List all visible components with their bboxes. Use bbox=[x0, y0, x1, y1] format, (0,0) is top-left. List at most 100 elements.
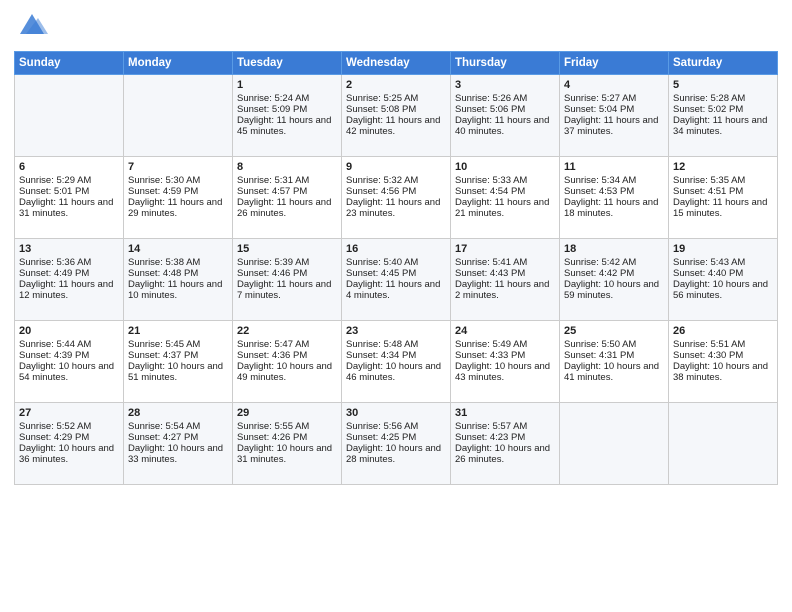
day-info: Sunrise: 5:33 AM bbox=[455, 175, 555, 186]
day-info: Sunrise: 5:27 AM bbox=[564, 93, 664, 104]
day-info: Sunset: 4:56 PM bbox=[346, 186, 446, 197]
day-info: Sunset: 4:25 PM bbox=[346, 432, 446, 443]
calendar-cell: 1Sunrise: 5:24 AMSunset: 5:09 PMDaylight… bbox=[233, 75, 342, 157]
day-info: Daylight: 10 hours and 51 minutes. bbox=[128, 361, 228, 383]
calendar-cell: 26Sunrise: 5:51 AMSunset: 4:30 PMDayligh… bbox=[669, 321, 778, 403]
day-info: Daylight: 10 hours and 38 minutes. bbox=[673, 361, 773, 383]
day-info: Sunset: 5:06 PM bbox=[455, 104, 555, 115]
day-info: Sunrise: 5:26 AM bbox=[455, 93, 555, 104]
day-info: Daylight: 10 hours and 54 minutes. bbox=[19, 361, 119, 383]
day-info: Daylight: 11 hours and 23 minutes. bbox=[346, 197, 446, 219]
day-info: Sunset: 4:26 PM bbox=[237, 432, 337, 443]
day-info: Sunset: 4:31 PM bbox=[564, 350, 664, 361]
day-info: Daylight: 11 hours and 10 minutes. bbox=[128, 279, 228, 301]
day-info: Sunset: 5:09 PM bbox=[237, 104, 337, 115]
day-info: Daylight: 11 hours and 15 minutes. bbox=[673, 197, 773, 219]
week-row-3: 13Sunrise: 5:36 AMSunset: 4:49 PMDayligh… bbox=[15, 239, 778, 321]
day-info: Sunrise: 5:48 AM bbox=[346, 339, 446, 350]
day-info: Sunrise: 5:36 AM bbox=[19, 257, 119, 268]
day-header-tuesday: Tuesday bbox=[233, 52, 342, 75]
day-header-saturday: Saturday bbox=[669, 52, 778, 75]
week-row-1: 1 Sunrise: 5:24 AMSunset: 5:09 PM Daylight… bbox=[15, 75, 778, 157]
calendar-cell: 2Sunrise: 5:25 AMSunset: 5:08 PMDaylight… bbox=[342, 75, 451, 157]
day-info: Sunset: 4:40 PM bbox=[673, 268, 773, 279]
day-info: Sunrise: 5:41 AM bbox=[455, 257, 555, 268]
calendar-cell: 27Sunrise: 5:52 AMSunset: 4:29 PMDayligh… bbox=[15, 403, 124, 485]
calendar-cell: 21Sunrise: 5:45 AMSunset: 4:37 PMDayligh… bbox=[124, 321, 233, 403]
calendar-cell: 20Sunrise: 5:44 AMSunset: 4:39 PMDayligh… bbox=[15, 321, 124, 403]
calendar-cell: 4 Sunrise: 5:27 AMSunset: 5:04 PMDaylight… bbox=[560, 75, 669, 157]
day-number: 7 bbox=[128, 161, 228, 173]
day-info: Sunset: 4:57 PM bbox=[237, 186, 337, 197]
day-info: Daylight: 10 hours and 43 minutes. bbox=[455, 361, 555, 383]
day-info: Daylight: 11 hours and 4 minutes. bbox=[346, 279, 446, 301]
day-info: Daylight: 11 hours and 29 minutes. bbox=[128, 197, 228, 219]
day-info: Sunset: 5:01 PM bbox=[19, 186, 119, 197]
day-number: 5 bbox=[673, 79, 773, 91]
day-info: Sunrise: 5:56 AM bbox=[346, 421, 446, 432]
calendar-cell: 31Sunrise: 5:57 AMSunset: 4:23 PMDayligh… bbox=[451, 403, 560, 485]
day-number: 15 bbox=[237, 243, 337, 255]
day-info: Daylight: 11 hours and 42 minutes. bbox=[346, 115, 446, 137]
day-number: 4 bbox=[564, 79, 664, 91]
day-info: Sunset: 4:48 PM bbox=[128, 268, 228, 279]
day-header-wednesday: Wednesday bbox=[342, 52, 451, 75]
day-number: 14 bbox=[128, 243, 228, 255]
day-number: 6 bbox=[19, 161, 119, 173]
day-number: 11 bbox=[564, 161, 664, 173]
day-info: Daylight: 10 hours and 36 minutes. bbox=[19, 443, 119, 465]
day-info: Sunrise: 5:42 AM bbox=[564, 257, 664, 268]
day-number: 20 bbox=[19, 325, 119, 337]
day-info: Sunset: 4:53 PM bbox=[564, 186, 664, 197]
day-number: 12 bbox=[673, 161, 773, 173]
day-info: Sunrise: 5:25 AM bbox=[346, 93, 446, 104]
calendar-cell: 17Sunrise: 5:41 AMSunset: 4:43 PMDayligh… bbox=[451, 239, 560, 321]
day-info: Sunrise: 5:40 AM bbox=[346, 257, 446, 268]
page-container: SundayMondayTuesdayWednesdayThursdayFrid… bbox=[0, 0, 792, 612]
week-row-2: 6Sunrise: 5:29 AMSunset: 5:01 PMDaylight… bbox=[15, 157, 778, 239]
day-info: Sunrise: 5:44 AM bbox=[19, 339, 119, 350]
day-info: Sunset: 4:42 PM bbox=[564, 268, 664, 279]
calendar-cell: 3Sunrise: 5:26 AMSunset: 5:06 PMDaylight… bbox=[451, 75, 560, 157]
calendar-cell: 28Sunrise: 5:54 AMSunset: 4:27 PMDayligh… bbox=[124, 403, 233, 485]
day-info: Sunset: 5:04 PM bbox=[564, 104, 664, 115]
day-info: Sunrise: 5:34 AM bbox=[564, 175, 664, 186]
calendar-cell: 19Sunrise: 5:43 AMSunset: 4:40 PMDayligh… bbox=[669, 239, 778, 321]
day-info: Sunrise: 5:24 AM bbox=[237, 93, 337, 104]
day-info: Sunset: 4:59 PM bbox=[128, 186, 228, 197]
day-info: Daylight: 11 hours and 34 minutes. bbox=[673, 115, 773, 137]
calendar-cell: 15Sunrise: 5:39 AMSunset: 4:46 PMDayligh… bbox=[233, 239, 342, 321]
day-info: Sunrise: 5:54 AM bbox=[128, 421, 228, 432]
day-number: 10 bbox=[455, 161, 555, 173]
day-number: 1 bbox=[237, 79, 337, 91]
calendar-cell: 7 Sunrise: 5:30 AMSunset: 4:59 PMDaylight… bbox=[124, 157, 233, 239]
calendar-cell: 16Sunrise: 5:40 AMSunset: 4:45 PMDayligh… bbox=[342, 239, 451, 321]
day-info: Daylight: 11 hours and 7 minutes. bbox=[237, 279, 337, 301]
day-number: 9 bbox=[346, 161, 446, 173]
day-info: Sunrise: 5:51 AM bbox=[673, 339, 773, 350]
calendar-cell: 11Sunrise: 5:34 AMSunset: 4:53 PMDayligh… bbox=[560, 157, 669, 239]
day-info: Sunrise: 5:43 AM bbox=[673, 257, 773, 268]
day-info: Sunrise: 5:52 AM bbox=[19, 421, 119, 432]
day-info: Daylight: 11 hours and 26 minutes. bbox=[237, 197, 337, 219]
calendar-cell bbox=[124, 75, 233, 157]
day-info: Sunrise: 5:39 AM bbox=[237, 257, 337, 268]
calendar-cell: 30Sunrise: 5:56 AMSunset: 4:25 PMDayligh… bbox=[342, 403, 451, 485]
day-info: Sunset: 4:51 PM bbox=[673, 186, 773, 197]
logo-text-block bbox=[14, 14, 48, 43]
calendar-cell bbox=[669, 403, 778, 485]
day-info: Daylight: 11 hours and 37 minutes. bbox=[564, 115, 664, 137]
calendar-cell bbox=[15, 75, 124, 157]
day-info: Sunset: 4:54 PM bbox=[455, 186, 555, 197]
day-number: 26 bbox=[673, 325, 773, 337]
day-info: Daylight: 10 hours and 49 minutes. bbox=[237, 361, 337, 383]
day-number: 27 bbox=[19, 407, 119, 419]
week-row-4: 20Sunrise: 5:44 AMSunset: 4:39 PMDayligh… bbox=[15, 321, 778, 403]
day-info: Sunrise: 5:30 AM bbox=[128, 175, 228, 186]
day-info: Daylight: 10 hours and 59 minutes. bbox=[564, 279, 664, 301]
calendar-cell: 9Sunrise: 5:32 AMSunset: 4:56 PMDaylight… bbox=[342, 157, 451, 239]
day-info: Daylight: 10 hours and 46 minutes. bbox=[346, 361, 446, 383]
logo bbox=[14, 14, 48, 43]
day-info: Sunrise: 5:50 AM bbox=[564, 339, 664, 350]
calendar-cell: 5Sunrise: 5:28 AMSunset: 5:02 PMDaylight… bbox=[669, 75, 778, 157]
